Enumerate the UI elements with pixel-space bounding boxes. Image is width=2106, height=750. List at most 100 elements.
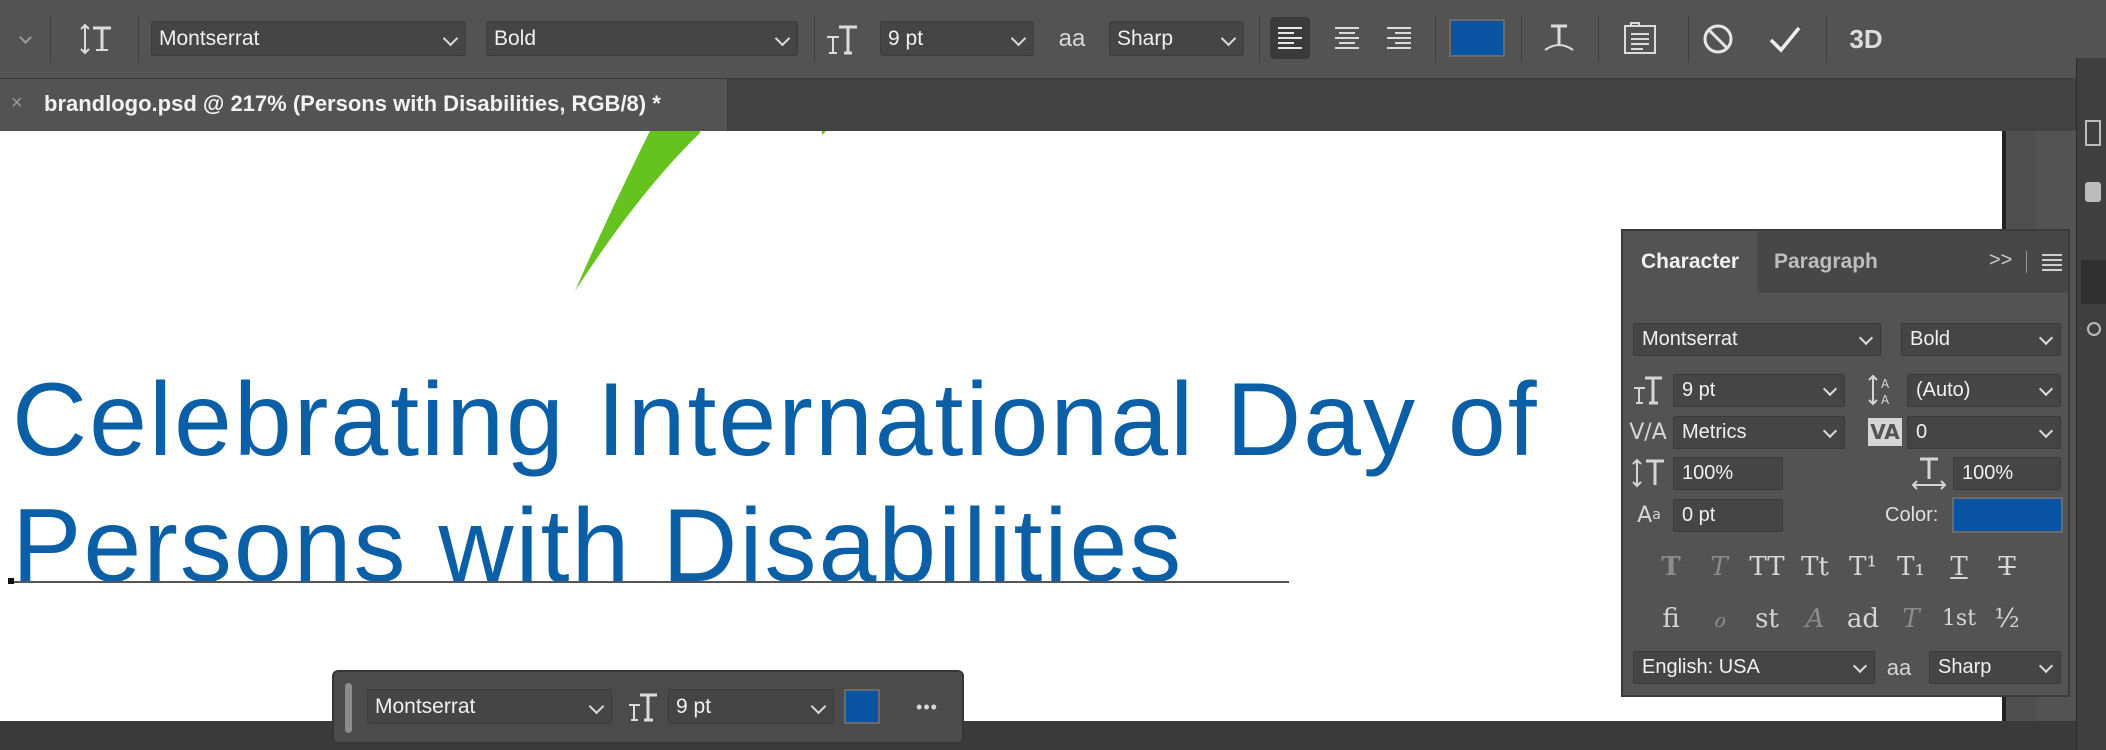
cp-baseline-shift-value: 0 pt (1682, 504, 1716, 526)
separator (1826, 16, 1827, 62)
stylistic-alternates-button[interactable]: ad (1845, 599, 1881, 639)
cp-font-size-dropdown[interactable]: 9 pt (1673, 374, 1845, 407)
panel-divider (2026, 251, 2027, 273)
character-panel-tabs: Character Paragraph >> (1623, 231, 2068, 293)
separator (1521, 16, 1522, 62)
text-anchor-point (8, 578, 14, 584)
font-size-value: 9 pt (888, 27, 924, 50)
horizontal-scale-icon (1909, 455, 1949, 491)
cp-font-family-dropdown[interactable]: Montserrat (1633, 323, 1881, 356)
document-tab[interactable]: × brandlogo.psd @ 217% (Persons with Dis… (0, 79, 728, 131)
cp-font-size-value: 9 pt (1682, 379, 1716, 401)
character-paragraph-panel-icon[interactable] (1620, 18, 1660, 60)
font-style-dropdown[interactable]: Bold (486, 21, 798, 56)
faux-bold-button[interactable]: T (1653, 547, 1689, 587)
faux-italic-button[interactable]: T (1701, 547, 1737, 587)
separator (50, 16, 51, 62)
dock-comment-icon[interactable] (2085, 182, 2101, 202)
cp-tracking-value: 0 (1916, 421, 1928, 443)
dock-panel-icon[interactable] (2085, 120, 2101, 146)
document-tab-bar: × brandlogo.psd @ 217% (Persons with Dis… (0, 79, 2076, 131)
tab-character[interactable]: Character (1623, 231, 1758, 293)
contextual-alternates-button[interactable]: ℴ (1701, 599, 1737, 639)
standard-ligatures-button[interactable]: ﬁ (1653, 599, 1689, 639)
cp-tracking-dropdown[interactable]: 0 (1907, 416, 2061, 449)
cp-kerning-dropdown[interactable]: Metrics (1673, 416, 1845, 449)
fractions-button[interactable]: ½ (1989, 599, 2025, 639)
dock-character-icon[interactable] (2081, 260, 2106, 304)
cp-kerning-value: Metrics (1682, 421, 1747, 443)
status-bar (0, 721, 2076, 750)
headline-line-1[interactable]: Celebrating International Day of (12, 361, 1539, 480)
separator (138, 16, 139, 62)
dock-glyph-icon[interactable] (2087, 322, 2101, 336)
cp-anti-alias-dropdown[interactable]: Sharp (1929, 651, 2061, 684)
kerning-icon: V/A (1629, 419, 1667, 445)
all-caps-button[interactable]: TT (1749, 547, 1785, 587)
vertical-scale-icon (1631, 455, 1667, 491)
floating-font-family-dropdown[interactable]: Montserrat (367, 689, 612, 724)
character-color-swatch[interactable] (1952, 497, 2063, 533)
language-dropdown[interactable]: English: USA (1633, 651, 1875, 684)
cp-anti-alias-glyph: aa (1886, 654, 1912, 680)
align-left-icon (1278, 27, 1302, 49)
tool-preset-dropdown[interactable] (10, 24, 40, 56)
commit-edits-icon[interactable] (1765, 19, 1805, 59)
font-family-dropdown[interactable]: Montserrat (151, 21, 466, 56)
subscript-button[interactable]: T₁ (1893, 547, 1929, 587)
cancel-edits-icon[interactable] (1698, 19, 1738, 59)
text-color-swatch[interactable] (1449, 19, 1505, 57)
font-size-dropdown[interactable]: 9 pt (880, 21, 1034, 56)
discretionary-ligatures-button[interactable]: st (1749, 599, 1785, 639)
cp-font-style-dropdown[interactable]: Bold (1901, 323, 2061, 356)
tracking-icon: VA (1867, 415, 1903, 449)
floating-color-swatch[interactable] (844, 689, 880, 724)
close-tab-icon[interactable]: × (11, 92, 23, 115)
swash-button[interactable]: A (1797, 599, 1833, 639)
cp-leading-value: (Auto) (1916, 379, 1971, 401)
strikethrough-button[interactable]: T (1989, 547, 2025, 587)
font-size-icon (1631, 373, 1665, 407)
warp-text-icon[interactable] (1537, 19, 1581, 59)
cp-font-family-value: Montserrat (1642, 328, 1738, 350)
ordinals-button[interactable]: 1st (1941, 599, 1977, 639)
cp-baseline-shift-field[interactable]: 0 pt (1673, 499, 1783, 532)
text-baseline-indicator (9, 581, 1289, 583)
anti-alias-glyph: aa (1058, 25, 1086, 52)
font-size-icon (822, 20, 862, 58)
separator (1598, 16, 1599, 62)
align-center-button[interactable] (1327, 17, 1367, 59)
more-options-glyph: ••• (916, 696, 938, 717)
separator (1435, 16, 1436, 62)
align-right-button[interactable] (1379, 17, 1419, 59)
small-caps-button[interactable]: Tt (1797, 547, 1833, 587)
separator (1259, 16, 1260, 62)
font-family-value: Montserrat (159, 27, 260, 50)
right-dock-strip (2076, 58, 2106, 750)
titling-alternates-button[interactable]: T (1893, 599, 1929, 639)
align-left-button[interactable] (1270, 17, 1310, 59)
cp-horizontal-scale-field[interactable]: 100% (1953, 457, 2061, 490)
collapse-panel-icon[interactable]: >> (1989, 249, 2012, 272)
cp-vertical-scale-field[interactable]: 100% (1673, 457, 1783, 490)
language-value: English: USA (1642, 656, 1760, 678)
headline-line-2[interactable]: Persons with Disabilities (12, 487, 1183, 606)
superscript-button[interactable]: T¹ (1845, 547, 1881, 587)
color-label: Color: (1885, 504, 1939, 526)
character-panel: Character Paragraph >> Montserrat Bold 9… (1621, 229, 2070, 697)
panel-menu-icon[interactable] (2041, 253, 2063, 276)
floating-font-size-dropdown[interactable]: 9 pt (668, 689, 834, 724)
anti-alias-dropdown[interactable]: Sharp (1109, 21, 1244, 56)
underline-button[interactable]: T (1941, 547, 1977, 587)
vertical-text-orientation-icon[interactable] (76, 19, 118, 59)
drag-handle[interactable] (345, 683, 352, 733)
cp-leading-dropdown[interactable]: (Auto) (1907, 374, 2061, 407)
floating-font-size-value: 9 pt (676, 695, 712, 718)
contextual-task-bar: Montserrat 9 pt ••• (332, 670, 964, 744)
cp-anti-alias-value: Sharp (1938, 656, 1992, 678)
3d-button[interactable]: 3D (1844, 20, 1888, 58)
more-options-icon[interactable]: ••• (902, 690, 952, 724)
type-style-buttons: T T TT Tt T¹ T₁ T T (1653, 547, 2053, 587)
separator (814, 16, 815, 62)
tab-paragraph[interactable]: Paragraph (1756, 231, 1896, 293)
